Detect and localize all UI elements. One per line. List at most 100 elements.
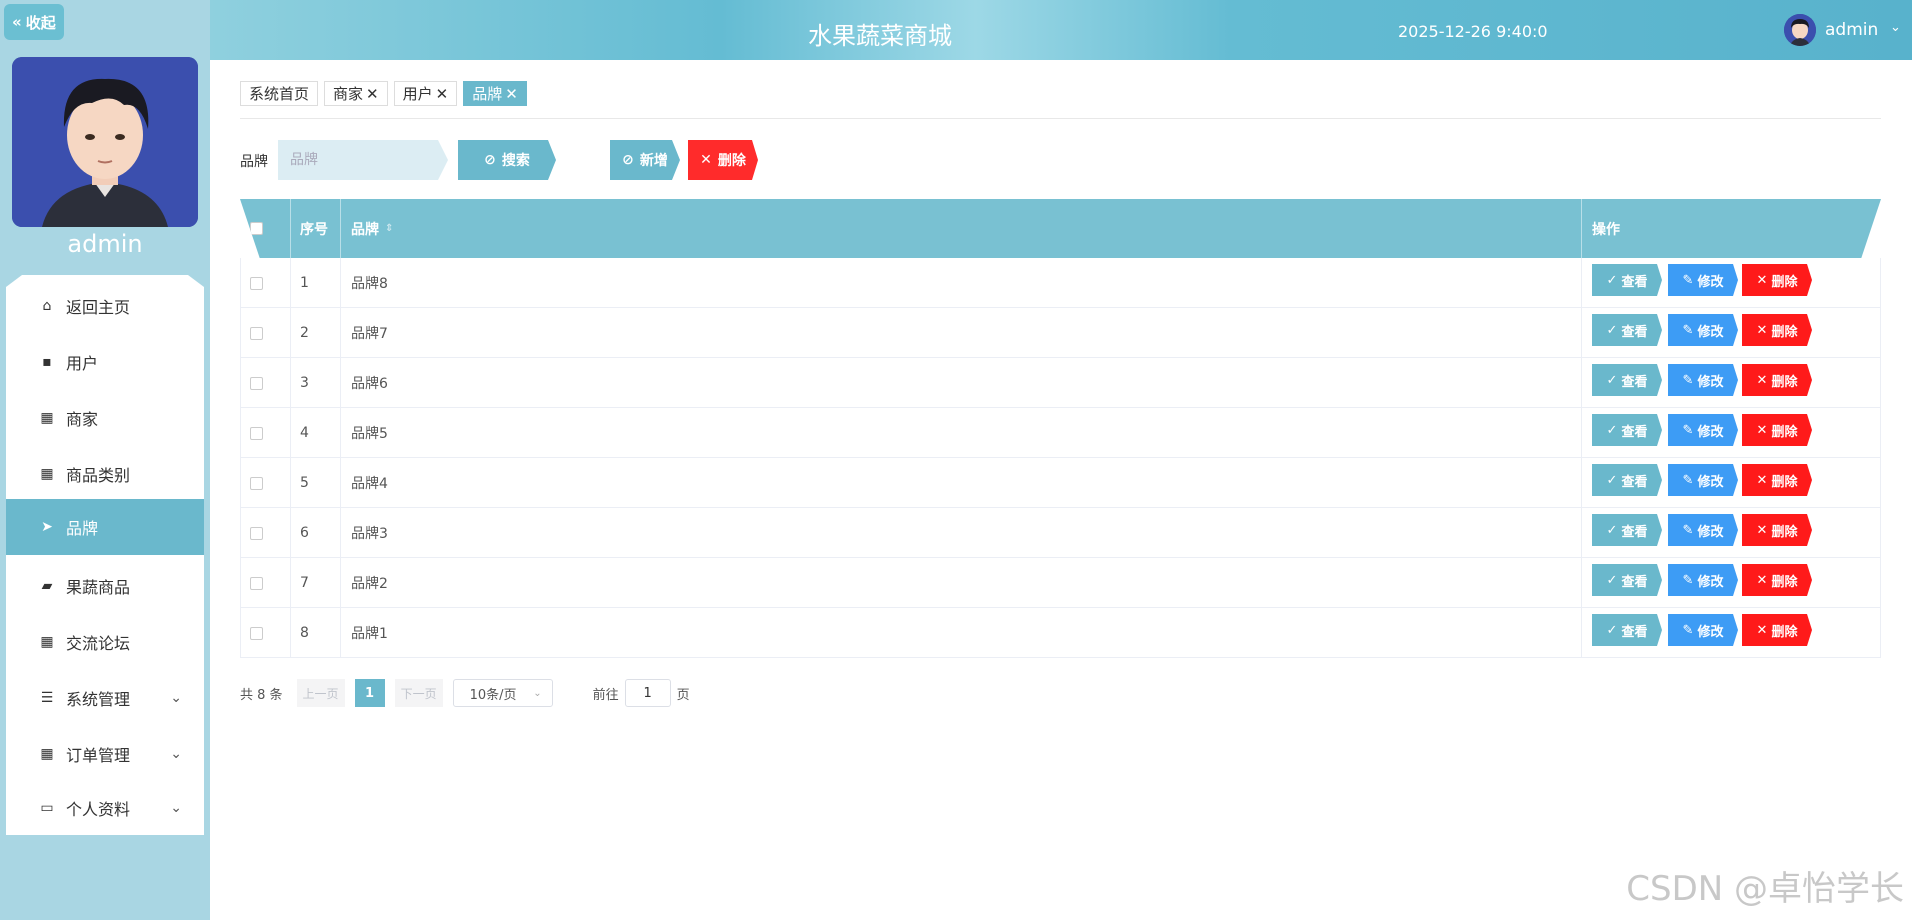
tag-home[interactable]: 系统首页: [240, 81, 319, 106]
view-button[interactable]: ✓ 查看: [1592, 514, 1662, 546]
view-button[interactable]: ✓ 查看: [1592, 564, 1662, 596]
row-checkbox[interactable]: [250, 508, 263, 558]
chevron-down-icon: ⌄: [170, 746, 182, 762]
check-icon: ✓: [1606, 572, 1618, 588]
check-icon: ✓: [1606, 372, 1618, 388]
grid-icon: ▦: [40, 466, 54, 482]
table-row: 4 品牌5 ✓ 查看 ✎ 修改 ✕ 删除: [240, 408, 1881, 458]
row-index: 6: [300, 525, 309, 541]
page-unit: 页: [676, 687, 690, 703]
row-checkbox[interactable]: [250, 558, 263, 608]
sidebar-item-forum[interactable]: ▦ 交流论坛: [6, 614, 204, 670]
close-icon[interactable]: ✕: [436, 85, 449, 103]
edit-button[interactable]: ✎ 修改: [1668, 464, 1738, 496]
pagination: 共 8 条 上一页 1 下一页 10条/页 ⌄ 前往 页: [240, 679, 690, 707]
view-button[interactable]: ✓ 查看: [1592, 414, 1662, 446]
edit-icon: ✎: [1682, 272, 1694, 288]
search-button[interactable]: ⊘ 搜索: [458, 140, 556, 180]
view-button[interactable]: ✓ 查看: [1592, 264, 1662, 296]
edit-button[interactable]: ✎ 修改: [1668, 314, 1738, 346]
chevron-down-icon: ⌄: [170, 690, 182, 706]
delete-button[interactable]: ✕ 删除: [688, 140, 758, 180]
row-delete-button[interactable]: ✕ 删除: [1742, 414, 1812, 446]
close-icon: ✕: [700, 152, 712, 168]
add-button[interactable]: ⊘ 新增: [610, 140, 680, 180]
sidebar-item-home[interactable]: ⌂ 返回主页: [6, 278, 204, 334]
sidebar-item-merchants[interactable]: ▦ 商家: [6, 390, 204, 446]
header-index: 序号: [300, 221, 328, 238]
row-brand: 品牌8: [351, 276, 388, 292]
close-icon[interactable]: ✕: [505, 85, 518, 103]
row-delete-button[interactable]: ✕ 删除: [1742, 314, 1812, 346]
chat-icon: ▪: [42, 354, 52, 370]
search-label: 品牌: [240, 154, 268, 170]
row-delete-button[interactable]: ✕ 删除: [1742, 464, 1812, 496]
edit-button[interactable]: ✎ 修改: [1668, 414, 1738, 446]
edit-button[interactable]: ✎ 修改: [1668, 264, 1738, 296]
prev-page-button[interactable]: 上一页: [296, 679, 345, 707]
view-button[interactable]: ✓ 查看: [1592, 464, 1662, 496]
grid-icon: ▦: [40, 634, 54, 650]
sidebar-item-brands[interactable]: ➤ 品牌: [6, 499, 204, 555]
edit-icon: ✎: [1682, 572, 1694, 588]
sidebar-item-products[interactable]: ▰ 果蔬商品: [6, 558, 204, 614]
user-menu[interactable]: admin: [1825, 20, 1878, 40]
view-button[interactable]: ✓ 查看: [1592, 314, 1662, 346]
row-checkbox[interactable]: [250, 308, 263, 358]
divider: [240, 118, 1881, 119]
close-icon[interactable]: ✕: [366, 85, 379, 103]
search-input[interactable]: [278, 140, 448, 180]
chevron-down-icon[interactable]: ⌄: [1890, 20, 1901, 35]
row-checkbox[interactable]: [250, 458, 263, 508]
row-brand: 品牌2: [351, 576, 388, 592]
edit-icon: ✎: [1682, 372, 1694, 388]
total-count: 共 8 条: [240, 687, 283, 703]
edit-icon: ✎: [1682, 322, 1694, 338]
page-number[interactable]: 1: [354, 679, 385, 707]
sidebar-item-system[interactable]: ☰ 系统管理 ⌄: [6, 670, 204, 726]
check-icon: ✓: [1606, 472, 1618, 488]
list-icon: ☰: [40, 690, 54, 706]
collapse-button[interactable]: « 收起: [4, 4, 64, 40]
select-all-checkbox[interactable]: [250, 199, 263, 258]
header-brand[interactable]: 品牌 ⇕: [351, 199, 393, 258]
page-size-select[interactable]: 10条/页 ⌄: [452, 679, 553, 707]
sidebar-item-profile[interactable]: ▭ 个人资料 ⌄: [6, 780, 204, 835]
view-button[interactable]: ✓ 查看: [1592, 614, 1662, 646]
row-delete-button[interactable]: ✕ 删除: [1742, 364, 1812, 396]
row-index: 7: [300, 575, 309, 591]
row-checkbox[interactable]: [250, 358, 263, 408]
next-page-button[interactable]: 下一页: [394, 679, 443, 707]
user-avatar[interactable]: [1784, 14, 1816, 46]
row-delete-button[interactable]: ✕ 删除: [1742, 264, 1812, 296]
chevron-down-icon: ⌄: [170, 800, 182, 816]
row-checkbox[interactable]: [250, 258, 263, 308]
edit-icon: ✎: [1682, 622, 1694, 638]
close-icon: ✕: [1756, 422, 1768, 438]
tag-brands[interactable]: 品牌 ✕: [463, 81, 527, 106]
row-checkbox[interactable]: [250, 408, 263, 458]
table-row: 8 品牌1 ✓ 查看 ✎ 修改 ✕ 删除: [240, 608, 1881, 658]
row-delete-button[interactable]: ✕ 删除: [1742, 564, 1812, 596]
goto-page-input[interactable]: [624, 679, 671, 707]
sidebar: « 收起 admin ⌂ 返回主页 ▪ 用户 ▦ 商家 ▦ 商品类别 ➤ 品牌 …: [0, 0, 210, 920]
sidebar-item-users[interactable]: ▪ 用户: [6, 334, 204, 390]
sidebar-item-categories[interactable]: ▦ 商品类别: [6, 446, 204, 502]
row-checkbox[interactable]: [250, 608, 263, 658]
edit-button[interactable]: ✎ 修改: [1668, 614, 1738, 646]
tag-users[interactable]: 用户 ✕: [393, 81, 458, 106]
edit-button[interactable]: ✎ 修改: [1668, 364, 1738, 396]
sidebar-item-orders[interactable]: ▦ 订单管理 ⌄: [6, 726, 204, 782]
close-icon: ✕: [1756, 322, 1768, 338]
check-icon: ✓: [1606, 272, 1618, 288]
sort-icon[interactable]: ⇕: [385, 223, 393, 234]
edit-button[interactable]: ✎ 修改: [1668, 514, 1738, 546]
card-icon: ▭: [40, 800, 54, 816]
edit-icon: ✎: [1682, 522, 1694, 538]
view-button[interactable]: ✓ 查看: [1592, 364, 1662, 396]
row-index: 8: [300, 625, 309, 641]
tag-merchants[interactable]: 商家 ✕: [324, 81, 388, 106]
row-delete-button[interactable]: ✕ 删除: [1742, 614, 1812, 646]
edit-button[interactable]: ✎ 修改: [1668, 564, 1738, 596]
row-delete-button[interactable]: ✕ 删除: [1742, 514, 1812, 546]
